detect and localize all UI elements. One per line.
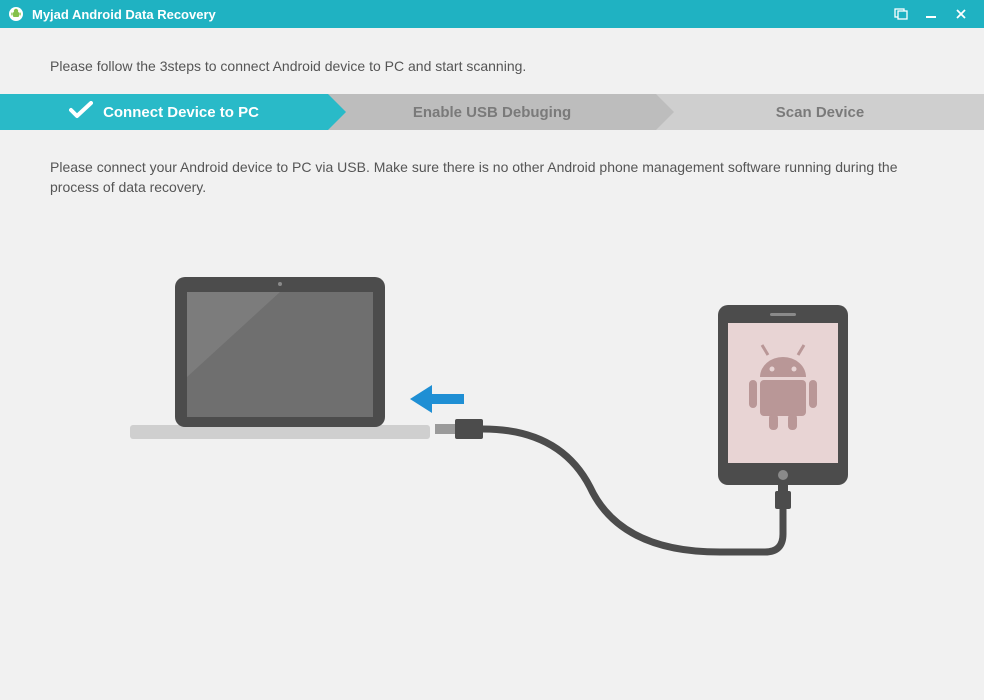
android-phone-icon (718, 305, 848, 485)
laptop-icon (130, 277, 430, 439)
phone-connector-icon (775, 483, 791, 509)
titlebar: Myjad Android Data Recovery (0, 0, 984, 28)
close-button[interactable] (946, 4, 976, 24)
check-icon (69, 101, 93, 123)
instruction-text: Please connect your Android device to PC… (0, 130, 984, 207)
step-enable-usb-debug: Enable USB Debuging (328, 94, 656, 130)
step1-label: Connect Device to PC (103, 104, 259, 121)
main-content: Please follow the 3steps to connect Andr… (0, 28, 984, 700)
app-logo-icon (8, 6, 24, 22)
maximize-button[interactable] (886, 4, 916, 24)
usb-plug-icon (435, 419, 483, 439)
step3-label: Scan Device (776, 104, 864, 121)
step-connect-device[interactable]: Connect Device to PC (0, 94, 328, 130)
step2-label: Enable USB Debuging (413, 104, 571, 121)
step-scan-device: Scan Device (656, 94, 984, 130)
intro-text: Please follow the 3steps to connect Andr… (0, 28, 984, 94)
usb-direction-arrow-icon (410, 385, 464, 413)
connection-illustration (0, 227, 984, 627)
app-title: Myjad Android Data Recovery (32, 7, 216, 22)
minimize-button[interactable] (916, 4, 946, 24)
step-bar: Connect Device to PC Enable USB Debuging… (0, 94, 984, 130)
